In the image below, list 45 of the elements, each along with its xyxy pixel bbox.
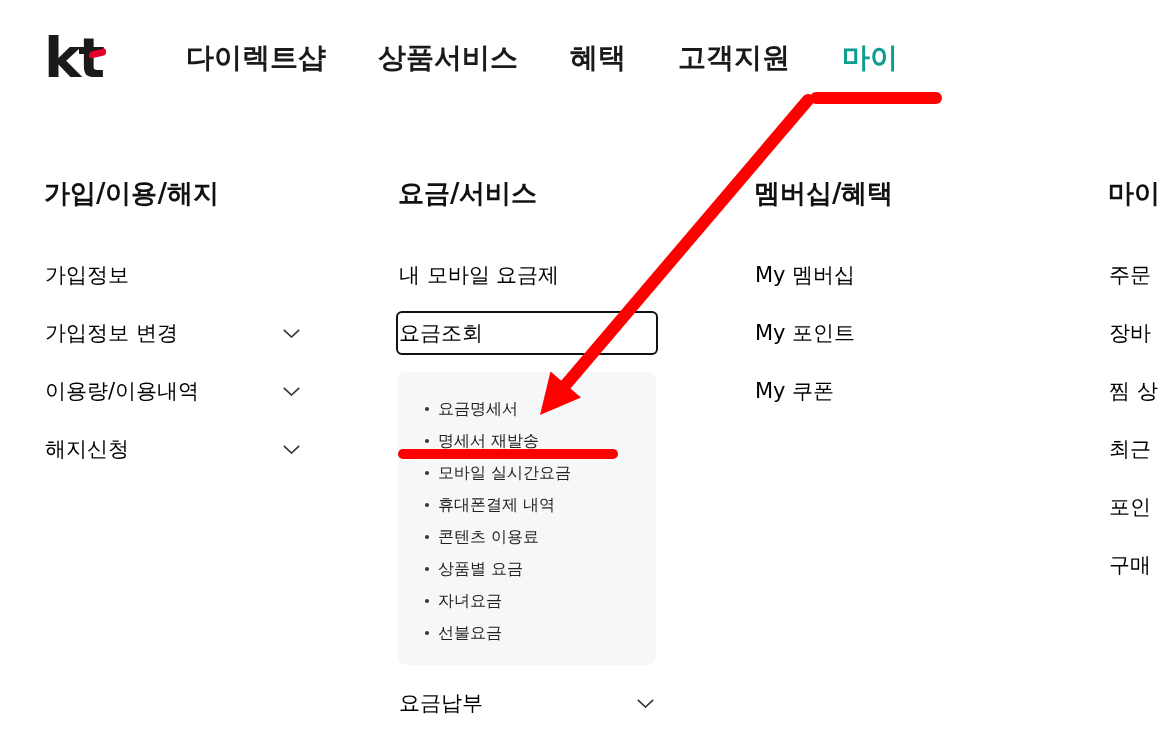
logo[interactable]: kt	[44, 29, 106, 86]
menu-link[interactable]: 찜 상	[1108, 371, 1161, 411]
chevron-down-icon	[283, 444, 300, 454]
menu-link[interactable]: My 포인트	[754, 313, 1012, 353]
submenu-link[interactable]: 모바일 실시간요금	[425, 463, 572, 483]
menu-link[interactable]: 요금납부	[398, 683, 656, 723]
bullet-icon	[425, 407, 429, 411]
nav-tab[interactable]: 고객지원	[678, 40, 790, 75]
submenu-link[interactable]: 자녀요금	[425, 591, 502, 611]
column-heading: 가입/이용/해지	[44, 177, 219, 210]
menu-link[interactable]: My 쿠폰	[754, 371, 1012, 411]
menu-link[interactable]: 장바	[1108, 313, 1161, 353]
submenu-link[interactable]: 요금명세서	[425, 399, 518, 419]
bullet-icon	[425, 631, 429, 635]
submenu-link[interactable]: 상품별 요금	[425, 559, 524, 579]
submenu-link[interactable]: 휴대폰결제 내역	[425, 495, 556, 515]
nav-tab[interactable]: 혜택	[570, 40, 626, 75]
bullet-icon	[425, 503, 429, 507]
menu-link[interactable]: 요금조회	[398, 313, 656, 353]
submenu-link[interactable]: 선불요금	[425, 623, 502, 643]
chevron-down-icon	[283, 386, 300, 396]
menu-link[interactable]: 내 모바일 요금제	[398, 255, 656, 295]
bullet-icon	[425, 567, 429, 571]
column-heading: 마이	[1108, 177, 1160, 210]
submenu-link[interactable]: 콘텐츠 이용료	[425, 527, 540, 547]
bullet-icon	[425, 471, 429, 475]
bullet-icon	[425, 535, 429, 539]
column-heading: 멤버십/혜택	[754, 177, 894, 210]
nav-tab[interactable]: 상품서비스	[378, 40, 518, 75]
column-heading: 요금/서비스	[398, 177, 538, 210]
menu-link[interactable]: 해지신청	[44, 429, 302, 469]
menu-link[interactable]: 최근	[1108, 429, 1161, 469]
nav-tab[interactable]: 다이렉트샵	[186, 40, 326, 75]
menu-link[interactable]: My 멤버십	[754, 255, 1012, 295]
bullet-icon	[425, 599, 429, 603]
menu-link[interactable]: 주문	[1108, 255, 1161, 295]
submenu-link[interactable]: 명세서 재발송	[425, 431, 540, 451]
menu-link[interactable]: 이용량/이용내역	[44, 371, 302, 411]
menu-link[interactable]: 가입정보 변경	[44, 313, 302, 353]
menu-link[interactable]: 포인	[1108, 487, 1161, 527]
chevron-down-icon	[637, 698, 654, 708]
bullet-icon	[425, 439, 429, 443]
menu-link[interactable]: 가입정보	[44, 255, 302, 295]
menu-link[interactable]: 구매	[1108, 545, 1161, 585]
chevron-down-icon	[283, 328, 300, 338]
